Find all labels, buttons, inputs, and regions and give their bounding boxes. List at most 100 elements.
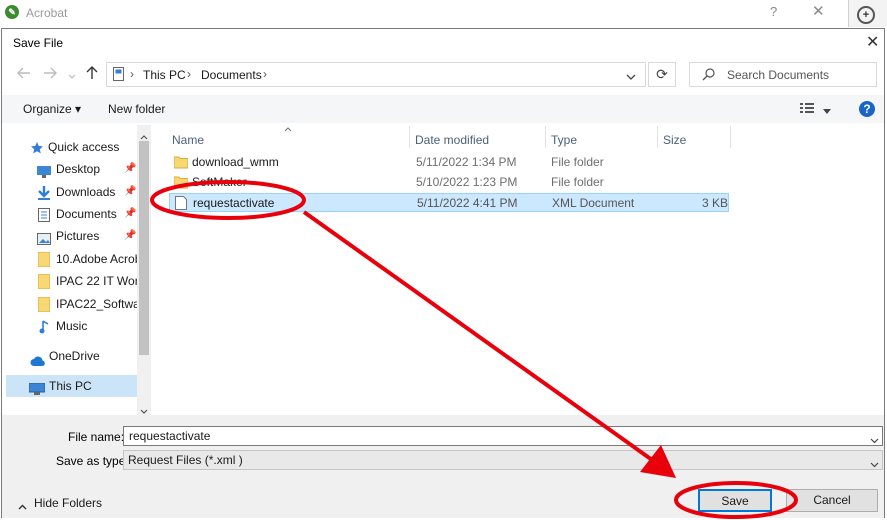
star-icon [30,140,44,158]
recent-locations-chevron-icon[interactable] [68,67,76,83]
save-as-type-chevron-icon[interactable] [870,457,879,471]
column-divider [657,126,658,148]
dialog-close-button[interactable]: ✕ [866,32,879,52]
file-type: File folder [551,155,604,169]
breadcrumb-this-pc[interactable]: This PC [143,68,186,82]
sidebar-item-this-pc[interactable]: This PC [6,375,137,397]
file-type: File folder [551,175,604,189]
save-as-type-select[interactable]: Request Files (*.xml ) [123,450,883,470]
organize-button[interactable]: Organize ▾ [23,102,81,116]
documents-icon [38,207,50,225]
folder-icon [37,273,51,292]
file-name-label: File name: [68,430,125,444]
help-icon[interactable]: ? [859,101,875,117]
file-row-requestactivate[interactable]: requestactivate 5/11/2022 4:41 PM XML Do… [169,193,729,212]
computer-icon [28,380,46,397]
desktop-icon [37,163,51,180]
zoom-in-icon[interactable]: + [857,6,875,24]
column-divider [409,126,410,148]
parent-side-panel: + [848,0,887,27]
help-button[interactable]: ? [770,4,777,19]
column-header-date[interactable]: Date modified [415,133,489,147]
sidebar-item-label: Desktop [56,162,101,176]
refresh-button[interactable]: ⟳ [648,62,676,87]
cancel-button[interactable]: Cancel [786,489,878,512]
sidebar-item-downloads[interactable]: Downloads 📌 [6,181,137,203]
file-date: 5/11/2022 1:34 PM [416,155,517,169]
this-pc-icon [113,67,124,84]
navigation-pane: Quick access Desktop 📌 Downloads 📌 Docum… [6,125,152,415]
file-row-download-wmm[interactable]: download_wmm 5/11/2022 1:34 PM File fold… [169,153,729,172]
sidebar-item-adobe-acrob[interactable]: 10.Adobe Acrob [6,248,137,270]
column-header-type[interactable]: Type [551,133,577,147]
sidebar-item-music[interactable]: Music [6,315,137,337]
sidebar-item-label: Music [56,319,88,333]
folder-icon [173,175,189,195]
music-icon [39,319,49,337]
address-dropdown-chevron-icon[interactable] [626,70,636,84]
sidebar-item-label: This PC [49,379,92,393]
folder-icon [37,296,51,315]
file-row-softmaker[interactable]: SoftMaker 5/10/2022 1:23 PM File folder [169,173,729,192]
file-date: 5/11/2022 4:41 PM [417,196,518,210]
column-header-size[interactable]: Size [663,133,686,147]
search-input[interactable]: Search Documents [689,62,877,87]
refresh-icon: ⟳ [656,66,668,82]
sidebar-item-quick-access[interactable]: Quick access [6,136,137,158]
sidebar-item-label: Documents [56,207,117,221]
sidebar-item-label: Quick access [48,140,120,154]
pin-icon[interactable]: 📌 [124,203,136,225]
sidebar-item-label: Downloads [56,185,116,199]
sidebar-item-label: IPAC22_Software [56,297,137,311]
folder-icon [37,251,51,270]
cloud-icon [30,351,46,367]
view-options-icon[interactable] [800,102,814,117]
sidebar-item-label: 10.Adobe Acrob [56,252,137,266]
collapse-chevron-icon[interactable] [18,499,27,513]
file-date: 5/10/2022 1:23 PM [416,175,518,189]
pin-icon[interactable]: 📌 [124,225,136,247]
sidebar-item-onedrive[interactable]: OneDrive [6,345,137,367]
save-file-dialog: Save File ✕ › This PC › Documents › ⟳ Se… [1,28,885,518]
breadcrumb-documents[interactable]: Documents [201,68,262,82]
breadcrumb-separator-icon: › [263,67,267,81]
file-name-input[interactable]: requestactivate [123,426,883,446]
save-as-type-value: Request Files (*.xml ) [128,453,243,467]
view-chevron-icon[interactable] [823,104,831,118]
pictures-icon [37,230,51,247]
search-icon [702,68,715,84]
file-name-dropdown-chevron-icon[interactable] [870,433,879,447]
sidebar-item-ipac-22-it-work[interactable]: IPAC 22 IT Work [6,270,137,292]
parent-close-button[interactable]: ✕ [812,2,825,20]
file-size: 3 KB [702,196,729,210]
sidebar-scrollbar-thumb[interactable] [139,141,149,355]
sort-ascending-icon [284,121,292,135]
download-icon [38,185,50,203]
forward-arrow-icon[interactable] [43,66,57,82]
sidebar-item-desktop[interactable]: Desktop 📌 [6,158,137,180]
save-button[interactable]: Save [698,489,772,512]
sidebar-scrollbar[interactable] [137,125,151,415]
new-folder-button[interactable]: New folder [108,102,165,116]
search-placeholder: Search Documents [727,68,830,82]
column-header-name[interactable]: Name [172,133,204,147]
hide-folders-button[interactable]: Hide Folders [34,496,102,510]
breadcrumb-separator-icon: › [130,67,134,81]
parent-window-titlebar: ✎ Acrobat ? ✕ + [0,0,887,27]
sidebar-item-documents[interactable]: Documents 📌 [6,203,137,225]
sidebar-item-label: OneDrive [49,349,100,363]
file-name: download_wmm [192,155,279,169]
sidebar-item-ipac22-software[interactable]: IPAC22_Software [6,293,137,315]
dialog-title: Save File [13,36,64,50]
back-arrow-icon[interactable] [17,66,31,82]
document-icon [175,196,187,216]
file-type: XML Document [552,196,635,210]
pin-icon[interactable]: 📌 [124,181,136,203]
column-divider [545,126,546,148]
sidebar-item-pictures[interactable]: Pictures 📌 [6,225,137,247]
column-divider [730,126,731,148]
pin-icon[interactable]: 📌 [124,158,136,180]
address-bar[interactable]: › This PC › Documents › [106,62,646,87]
sidebar-item-label: Pictures [56,229,100,243]
up-arrow-icon[interactable] [86,66,98,83]
